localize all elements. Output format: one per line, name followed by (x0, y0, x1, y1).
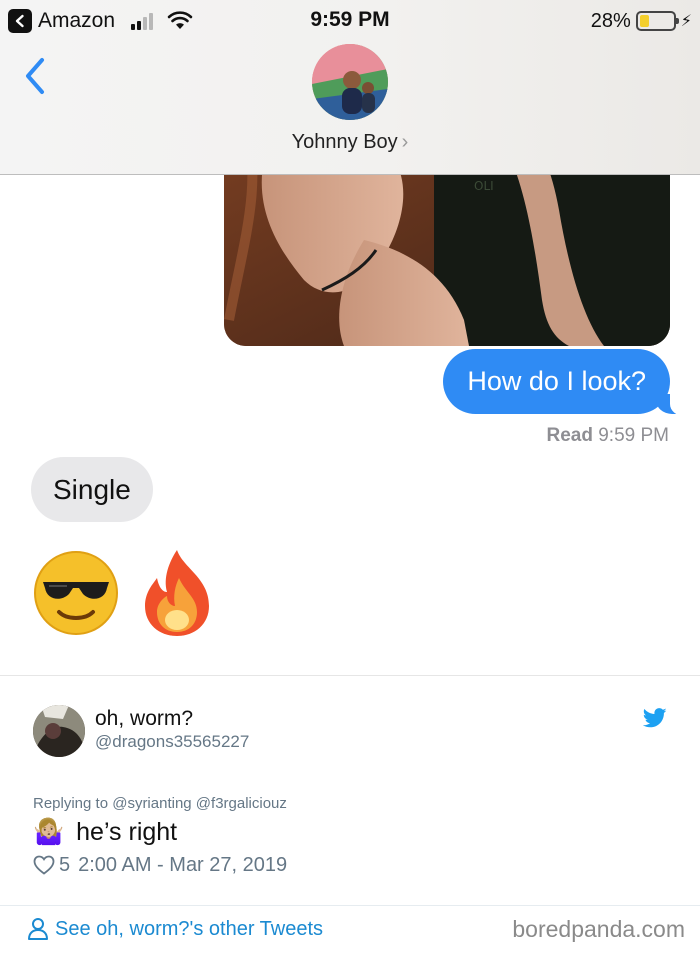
like-count: 5 (59, 853, 71, 876)
back-chevron-icon[interactable] (20, 56, 52, 96)
shrug-emoji: 🤷🏼‍♀️ (33, 817, 65, 846)
fire-emoji-icon[interactable] (139, 548, 215, 638)
tweet-display-name[interactable]: oh, worm? (95, 707, 193, 731)
contact-name[interactable]: Yohnny Boy › (0, 131, 700, 154)
tweet-author-avatar[interactable] (33, 705, 85, 757)
charging-bolt-icon: ⚡ (680, 13, 692, 30)
tweet-timestamp[interactable]: 2:00 AM - Mar 27, 2019 (78, 854, 287, 877)
like-button[interactable]: 5 (33, 854, 70, 877)
tweet-text: he’s right (76, 817, 178, 846)
outgoing-message-bubble[interactable]: How do I look? (443, 349, 696, 416)
tweet-replying-to[interactable]: Replying to @syrianting @f3rgaliciouz (33, 795, 287, 812)
svg-text:OLI: OLI (474, 179, 494, 193)
battery-icon (635, 11, 679, 31)
contact-avatar[interactable] (312, 44, 388, 120)
sunglasses-emoji-icon[interactable] (33, 550, 119, 636)
watermark: boredpanda.com (512, 916, 685, 942)
tweet-handle[interactable]: @dragons35565227 (95, 732, 249, 752)
read-receipt: Read 9:59 PM (546, 425, 669, 447)
imessage-screenshot: OLI Amazon 9:59 PM 28% ⚡ Yohnny Boy › Ho… (0, 0, 700, 676)
see-other-tweets-link[interactable]: See oh, worm?'s other Tweets (27, 916, 323, 942)
incoming-message-bubble[interactable]: Single (31, 457, 153, 522)
see-other-tweets-label: See oh, worm?'s other Tweets (55, 917, 324, 940)
tweet-divider (0, 905, 700, 906)
conversation-header: Amazon 9:59 PM 28% ⚡ Yohnny Boy › (0, 0, 700, 175)
battery-percent: 28% (590, 9, 631, 32)
battery-fill (639, 15, 649, 27)
read-label: Read (546, 425, 593, 446)
outgoing-message-text: How do I look? (467, 366, 646, 396)
twitter-bird-icon[interactable] (643, 707, 667, 729)
incoming-message-text: Single (53, 473, 131, 505)
heart-icon (33, 855, 55, 875)
status-bar-right: 28% ⚡ (591, 8, 692, 34)
tweet-text-row: 🤷🏼‍♀️ he’s right (33, 816, 177, 848)
incoming-emoji-row (33, 548, 215, 638)
chevron-right-icon: › (401, 131, 409, 153)
tweet-meta: 5 2:00 AM - Mar 27, 2019 (33, 853, 287, 877)
user-icon (28, 918, 48, 940)
contact-name-label: Yohnny Boy (291, 131, 398, 153)
read-time: 9:59 PM (598, 425, 669, 446)
